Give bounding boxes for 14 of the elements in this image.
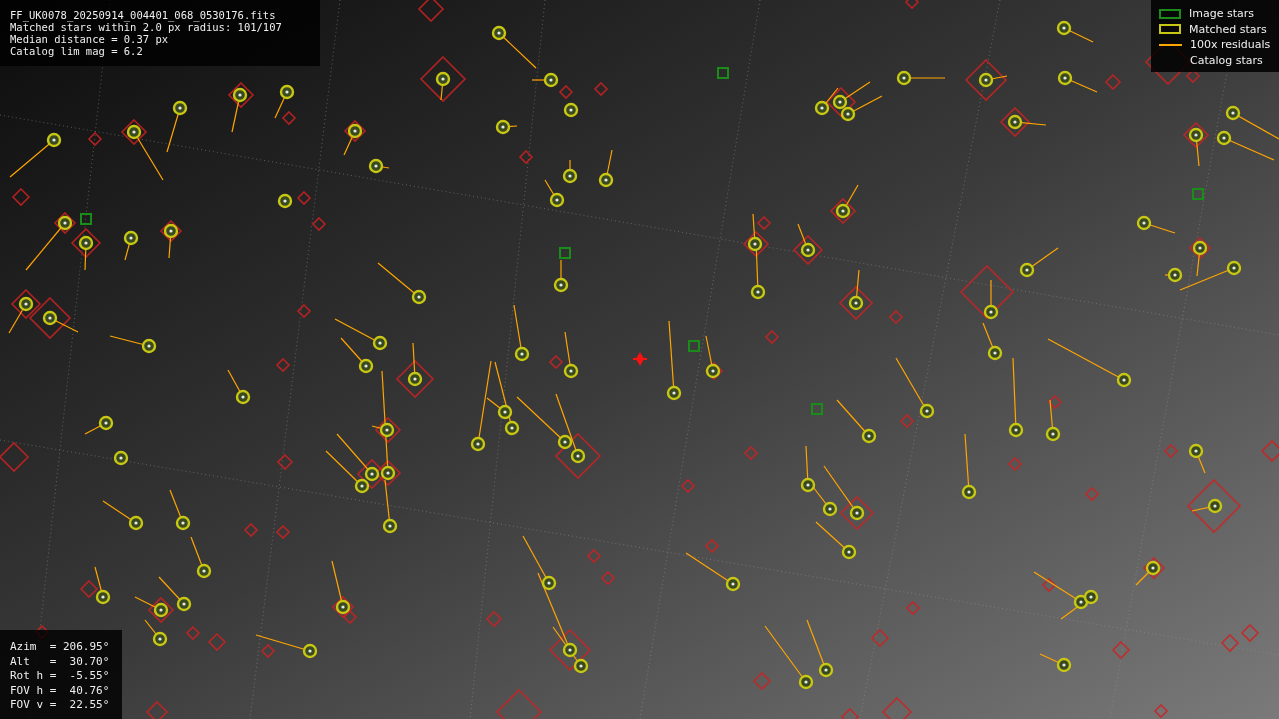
info-text: Catalog lim mag = 6.2 <box>10 45 143 57</box>
pointing-text: Alt = 30.70° <box>10 654 111 669</box>
legend-label: Catalog stars <box>1190 53 1263 67</box>
center-cross-icon <box>632 352 648 366</box>
legend-label: Image stars <box>1189 7 1254 21</box>
legend-label: Matched stars <box>1189 22 1267 36</box>
info-text: Median distance = 0.37 px <box>10 33 169 45</box>
info-text: Matched stars within 2.0 px radius: 101/107 <box>10 21 282 33</box>
pointing-text: FOV v = 22.55° <box>10 698 111 713</box>
pointing-text: Rot h = -5.55° <box>10 669 111 684</box>
pointing-text: Azim = 206.95° <box>10 640 111 655</box>
pointing-text: FOV h = 40.76° <box>10 683 111 698</box>
legend-label: 100x residuals <box>1190 38 1271 52</box>
info-text: FF_UK0078_20250914_004401_068_0530176.fits <box>10 9 276 21</box>
